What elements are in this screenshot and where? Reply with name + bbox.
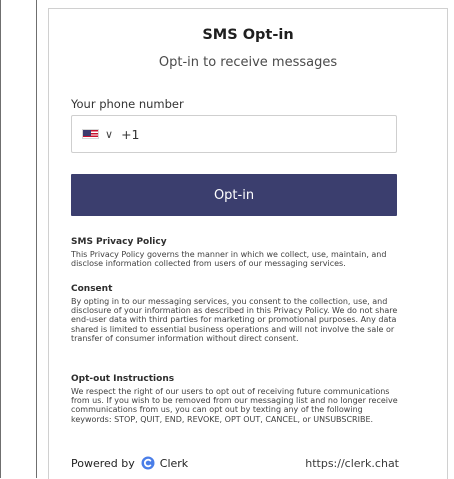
powered-by: Powered by Clerk	[71, 456, 188, 470]
country-code: +1	[121, 126, 140, 142]
phone-input[interactable]: ∨ +1	[71, 115, 397, 153]
optin-card: SMS Opt-in Opt-in to receive messages Yo…	[48, 8, 448, 479]
page-title: SMS Opt-in	[202, 27, 294, 43]
brand-name: Clerk	[159, 456, 189, 470]
frame-divider	[36, 0, 37, 478]
footer: Powered by Clerk https://clerk.chat	[71, 452, 399, 474]
footer-link[interactable]: https://clerk.chat	[305, 457, 399, 470]
clerk-logo-icon	[141, 456, 155, 470]
powered-by-label: Powered by	[71, 456, 135, 470]
us-flag-icon[interactable]	[82, 129, 99, 139]
page-subtitle: Opt-in to receive messages	[158, 55, 338, 70]
chevron-down-icon[interactable]: ∨	[105, 129, 113, 140]
consent-title: Consent	[71, 284, 113, 294]
phone-label: Your phone number	[71, 97, 184, 111]
privacy-policy-text: This Privacy Policy governs the manner i…	[71, 250, 387, 269]
optout-title: Opt-out Instructions	[71, 374, 175, 384]
consent-text: By opting in to our messaging services, …	[71, 297, 398, 343]
privacy-policy-title: SMS Privacy Policy	[71, 237, 167, 247]
optout-text: We respect the right of our users to opt…	[71, 387, 398, 424]
optin-button[interactable]: Opt-in	[71, 174, 397, 216]
